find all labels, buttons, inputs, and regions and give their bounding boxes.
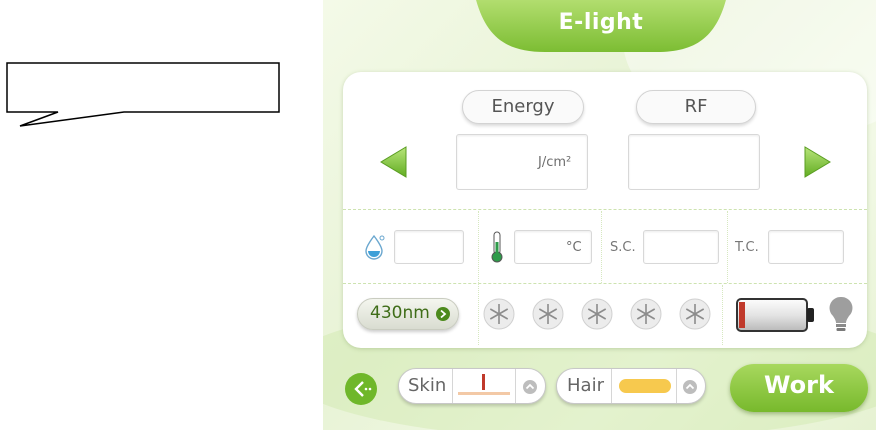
snowflake-icon[interactable] (483, 298, 515, 330)
back-icon[interactable] (344, 372, 378, 406)
up-chevron-icon[interactable] (682, 379, 698, 395)
segment-divider (515, 369, 516, 403)
snowflake-icon[interactable] (630, 298, 662, 330)
water-drop-icon (365, 234, 385, 260)
column-divider (601, 211, 602, 283)
segment-divider (676, 369, 677, 403)
wavelength-label: 430nm (370, 303, 430, 323)
lightbulb-icon (829, 296, 853, 331)
mode-title: E-light (558, 10, 644, 35)
hair-color-swatch (619, 379, 671, 393)
segment-divider (611, 369, 612, 403)
thermometer-icon (491, 231, 503, 263)
column-divider (478, 211, 479, 345)
row-divider (343, 209, 867, 210)
left-arrow-icon[interactable] (378, 145, 408, 179)
segment-divider (452, 369, 453, 403)
skin-tone-bar (458, 392, 510, 395)
water-level-field[interactable] (394, 230, 464, 264)
hair-label: Hair (567, 375, 604, 396)
energy-button[interactable]: Energy (462, 90, 584, 124)
right-arrow-icon[interactable] (803, 145, 833, 179)
skin-type-marker (482, 374, 485, 390)
snowflake-icon[interactable] (581, 298, 613, 330)
sc-field[interactable] (643, 230, 719, 264)
sc-label: S.C. (610, 240, 636, 255)
tc-label: T.C. (735, 240, 759, 255)
snowflake-icon[interactable] (679, 298, 711, 330)
up-chevron-icon[interactable] (522, 379, 538, 395)
energy-unit: J/cm² (538, 155, 572, 170)
column-divider (722, 285, 723, 345)
rf-value-field[interactable] (628, 134, 760, 190)
rf-button[interactable]: RF (636, 90, 756, 124)
work-label: Work (764, 371, 834, 399)
speech-bubble (6, 62, 280, 127)
tc-field[interactable] (768, 230, 844, 264)
chevron-right-icon (436, 307, 450, 321)
column-divider (727, 211, 728, 283)
temperature-unit: °C (566, 240, 582, 255)
row-divider (343, 283, 867, 284)
snowflake-icon[interactable] (532, 298, 564, 330)
battery-icon (736, 298, 814, 332)
skin-label: Skin (408, 375, 447, 396)
